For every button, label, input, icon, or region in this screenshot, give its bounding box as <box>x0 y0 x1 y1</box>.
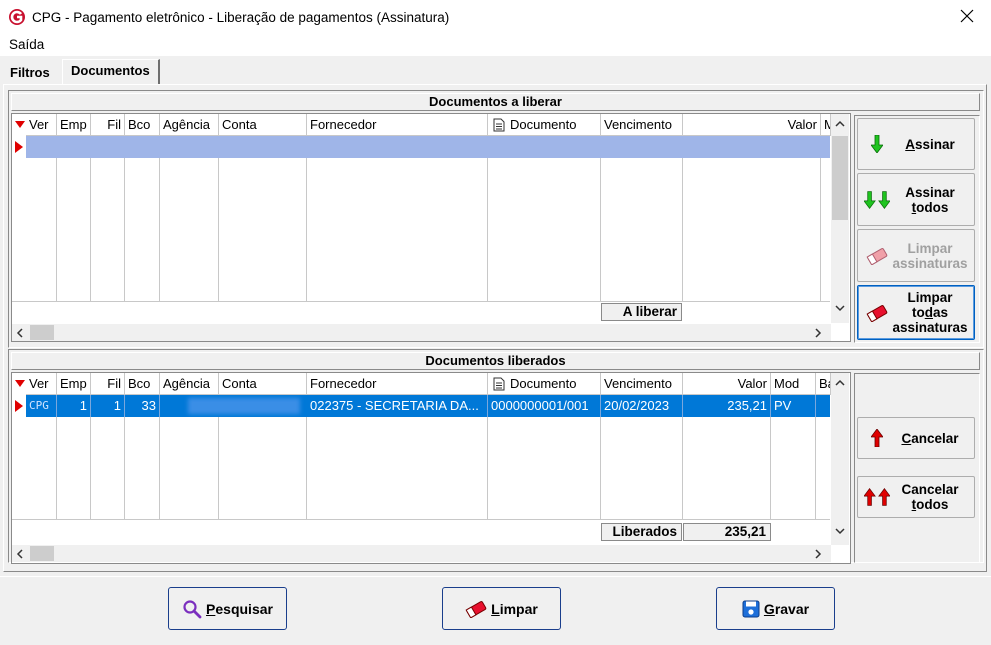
cancelar-button[interactable]: Cancelar <box>857 417 975 459</box>
floppy-disk-icon <box>742 600 760 617</box>
scroll-down-icon[interactable] <box>835 527 845 535</box>
horizontal-scrollbar[interactable] <box>12 545 831 562</box>
window-title: CPG - Pagamento eletrônico - Liberação d… <box>32 9 450 25</box>
column-header-vencimento[interactable]: Vencimento <box>601 373 683 395</box>
eraser-icon <box>866 247 888 265</box>
column-header-emp[interactable]: Emp <box>57 373 91 395</box>
eraser-icon <box>866 304 888 322</box>
cell-documento: 0000000001/001 <box>488 395 601 417</box>
menu-bar: Saída <box>0 34 991 56</box>
table-row[interactable]: CPG 1 1 33 022375 - SECRETARIA DA... 000… <box>26 395 830 417</box>
column-header-documento-label: Documento <box>510 117 577 132</box>
close-icon[interactable] <box>957 6 977 26</box>
column-header-conta[interactable]: Conta <box>219 114 307 136</box>
arrow-down-icon <box>864 190 890 209</box>
section-title: Documentos a liberar <box>11 93 980 111</box>
column-header-conta[interactable]: Conta <box>219 373 307 395</box>
tab-documentos[interactable]: Documentos <box>62 59 160 84</box>
assinar-todos-button[interactable]: Assinar todos <box>857 173 975 226</box>
document-icon <box>493 118 505 132</box>
column-header-fil[interactable]: Fil <box>91 114 125 136</box>
cancel-actions-panel <box>854 373 980 563</box>
column-header-valor[interactable]: Valor <box>683 373 771 395</box>
row-indicator-icon <box>15 400 23 412</box>
cancelar-todos-button[interactable]: Cancelar todos <box>857 476 975 518</box>
limpar-assinaturas-button[interactable]: Limpar assinaturas <box>857 229 975 282</box>
cell-ver: CPG <box>26 395 57 417</box>
cell-fornecedor: 022375 - SECRETARIA DA... <box>307 395 488 417</box>
column-header-valor[interactable]: Valor <box>683 114 821 136</box>
arrow-down-icon <box>871 135 883 153</box>
pesquisar-button[interactable]: Pesquisar <box>168 587 287 630</box>
column-header-documento[interactable]: Documento <box>488 373 601 395</box>
column-header-ver[interactable]: Ver <box>26 373 57 395</box>
assinar-button[interactable]: Assinar <box>857 118 975 170</box>
column-header-agencia[interactable]: Agência <box>160 373 219 395</box>
cell-fil: 1 <box>91 395 125 417</box>
vertical-scrollbar[interactable] <box>831 114 849 323</box>
column-header-ba[interactable]: Ba <box>816 373 831 395</box>
column-header-agencia[interactable]: Agência <box>160 114 219 136</box>
cell-bco: 33 <box>125 395 160 417</box>
table-row[interactable] <box>26 136 830 158</box>
footer-label-liberados: Liberados <box>601 523 682 541</box>
scroll-right-icon[interactable] <box>814 328 822 338</box>
column-header-fornecedor[interactable]: Fornecedor <box>307 373 488 395</box>
footer-label-a-liberar: A liberar <box>601 303 682 321</box>
column-header-vencimento[interactable]: Vencimento <box>601 114 683 136</box>
horizontal-scrollbar[interactable] <box>12 324 831 341</box>
scroll-up-icon[interactable] <box>835 379 845 387</box>
tab-filtros[interactable]: Filtros <box>4 62 56 84</box>
cell-mod: PV <box>771 395 816 417</box>
arrow-up-icon <box>864 488 890 506</box>
gravar-button[interactable]: Gravar <box>716 587 835 630</box>
cell-agencia-conta-redacted <box>160 395 307 417</box>
tab-strip: Filtros Documentos <box>0 58 991 84</box>
section-title: Documentos liberados <box>11 352 980 370</box>
scroll-up-icon[interactable] <box>835 120 845 128</box>
cell-emp: 1 <box>57 395 91 417</box>
menu-item-saida[interactable]: Saída <box>9 37 44 52</box>
released-documents-grid[interactable]: Ver Emp Fil Bco Agência Conta Fornecedor… <box>11 372 851 564</box>
magnifier-icon <box>183 599 202 618</box>
limpar-todas-assinaturas-button[interactable]: Limpar todas assinaturas <box>857 285 975 340</box>
title-bar: CPG - Pagamento eletrônico - Liberação d… <box>0 0 991 34</box>
row-indicator-icon <box>15 141 23 153</box>
column-header-emp[interactable]: Emp <box>57 114 91 136</box>
scroll-left-icon[interactable] <box>16 328 24 338</box>
scroll-right-icon[interactable] <box>814 549 822 559</box>
eraser-icon <box>465 600 487 618</box>
vertical-scrollbar[interactable] <box>831 373 849 545</box>
column-header-ver[interactable]: Ver <box>26 114 57 136</box>
arrow-up-icon <box>871 429 883 447</box>
scroll-down-icon[interactable] <box>835 304 845 312</box>
footer-total-liberados: 235,21 <box>683 523 771 541</box>
cell-valor: 235,21 <box>683 395 771 417</box>
column-header-bco[interactable]: Bco <box>125 114 160 136</box>
cpg-logo-icon <box>9 9 25 25</box>
column-header-mod[interactable]: Mod <box>771 373 816 395</box>
sort-indicator-icon <box>15 380 25 387</box>
document-icon <box>493 377 505 391</box>
limpar-button[interactable]: Limpar <box>442 587 561 630</box>
sort-indicator-icon <box>15 121 25 128</box>
column-header-fil[interactable]: Fil <box>91 373 125 395</box>
column-header-m[interactable]: M <box>821 114 831 136</box>
column-header-fornecedor[interactable]: Fornecedor <box>307 114 488 136</box>
cell-vencimento: 20/02/2023 <box>601 395 683 417</box>
column-header-documento[interactable]: Documento <box>488 114 601 136</box>
documents-to-release-grid[interactable]: Ver Emp Fil Bco Agência Conta Fornecedor… <box>11 113 851 342</box>
scroll-left-icon[interactable] <box>16 549 24 559</box>
column-header-documento-label: Documento <box>510 376 577 391</box>
column-header-bco[interactable]: Bco <box>125 373 160 395</box>
